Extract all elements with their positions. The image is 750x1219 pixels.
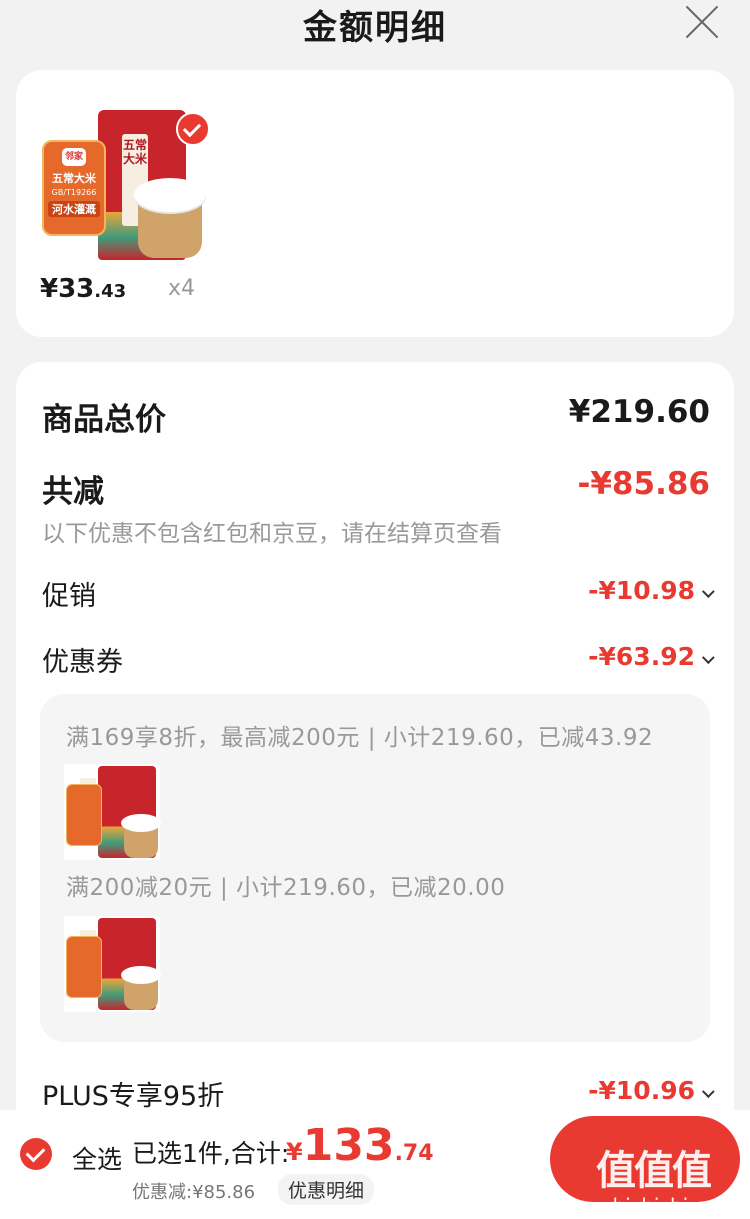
promo-row[interactable]: 促销 -¥10.98 xyxy=(42,574,715,613)
plus-amount: -¥10.96 xyxy=(588,1076,695,1105)
promo-label: 促销 xyxy=(42,581,96,612)
chevron-down-icon[interactable] xyxy=(701,651,715,665)
total-decimal: .74 xyxy=(394,1141,434,1166)
total-label: 商品总价 xyxy=(42,402,166,438)
product-quantity: x4 xyxy=(168,276,196,301)
order-total: ¥133.74 xyxy=(286,1120,434,1171)
price-decimal: .43 xyxy=(94,281,127,302)
thumb-bowl xyxy=(121,966,161,1010)
badge-line-3: 河水灌溉 xyxy=(48,201,100,217)
coupon-detail-line: 满200减20元 | 小计219.60，已减20.00 xyxy=(66,875,506,901)
discount-note: 以下优惠不包含红包和京豆，请在结算页查看 xyxy=(42,521,502,547)
price-integer: 33 xyxy=(58,274,95,304)
reduce-row: 共减 -¥85.86 xyxy=(42,466,710,511)
watermark-logo: 值值值 xyxy=(596,1148,712,1194)
plus-label: PLUS专享95折 xyxy=(42,1081,225,1112)
coupon-row[interactable]: 优惠券 -¥63.92 xyxy=(42,640,715,679)
check-icon[interactable] xyxy=(176,112,210,146)
promo-value: -¥10.98 xyxy=(588,576,715,605)
badge-line-1: 五常大米 xyxy=(52,172,96,185)
thumb-badge xyxy=(66,936,102,998)
selected-summary: 已选1件,合计: xyxy=(132,1139,290,1168)
total-row: 商品总价 ¥219.60 xyxy=(42,394,710,439)
badge-line-2: GB/T19266 xyxy=(51,188,97,197)
thumb-badge xyxy=(66,784,102,846)
thumb-bowl xyxy=(121,814,161,858)
page-title: 金额明细 xyxy=(303,8,447,48)
reduce-label: 共减 xyxy=(42,474,104,510)
discount-summary: 优惠减:¥85.86 xyxy=(132,1182,256,1203)
discount-detail-link[interactable]: 优惠明细 xyxy=(278,1174,375,1205)
product-image[interactable]: 五常大米 邻家 五常大米 GB/T19266 河水灌溉 xyxy=(42,108,210,264)
total-integer: 133 xyxy=(302,1120,395,1171)
product-price: ¥33.43 xyxy=(40,274,126,304)
brand-logo: 邻家 xyxy=(62,148,86,166)
checkout-bar: 全选 已选1件,合计: ¥133.74 优惠减:¥85.86 优惠明细 值值值 … xyxy=(0,1110,750,1219)
chevron-down-icon[interactable] xyxy=(701,1085,715,1099)
coupon-product-thumb[interactable] xyxy=(64,764,161,860)
product-card: 五常大米 邻家 五常大米 GB/T19266 河水灌溉 ¥33.43 x4 xyxy=(16,70,734,337)
rice-bowl-image xyxy=(134,178,206,258)
close-icon[interactable] xyxy=(684,4,720,40)
chevron-down-icon[interactable] xyxy=(701,585,715,599)
plus-row[interactable]: PLUS专享95折 -¥10.96 xyxy=(42,1074,715,1113)
select-all-checkbox[interactable] xyxy=(20,1138,52,1170)
header: 金额明细 xyxy=(0,0,750,60)
total-currency: ¥ xyxy=(286,1138,303,1166)
watermark-url: zhizhizhi.com xyxy=(602,1194,738,1218)
plus-value: -¥10.96 xyxy=(588,1076,715,1105)
reduce-value: -¥85.86 xyxy=(577,466,711,502)
product-badge: 邻家 五常大米 GB/T19266 河水灌溉 xyxy=(42,140,106,236)
total-value: ¥219.60 xyxy=(568,394,710,430)
coupon-amount: -¥63.92 xyxy=(588,642,695,671)
coupon-product-thumb[interactable] xyxy=(64,916,161,1012)
coupon-detail-line: 满169享8折，最高减200元 | 小计219.60，已减43.92 xyxy=(66,725,654,751)
coupon-detail-panel: 满169享8折，最高减200元 | 小计219.60，已减43.92 满200减… xyxy=(40,694,710,1042)
select-all-label[interactable]: 全选 xyxy=(72,1140,122,1176)
price-currency: ¥ xyxy=(40,274,59,304)
promo-amount: -¥10.98 xyxy=(588,576,695,605)
coupon-label: 优惠券 xyxy=(42,647,123,678)
price-detail-card: 商品总价 ¥219.60 共减 -¥85.86 以下优惠不包含红包和京豆，请在结… xyxy=(16,362,734,1122)
coupon-value: -¥63.92 xyxy=(588,642,715,671)
